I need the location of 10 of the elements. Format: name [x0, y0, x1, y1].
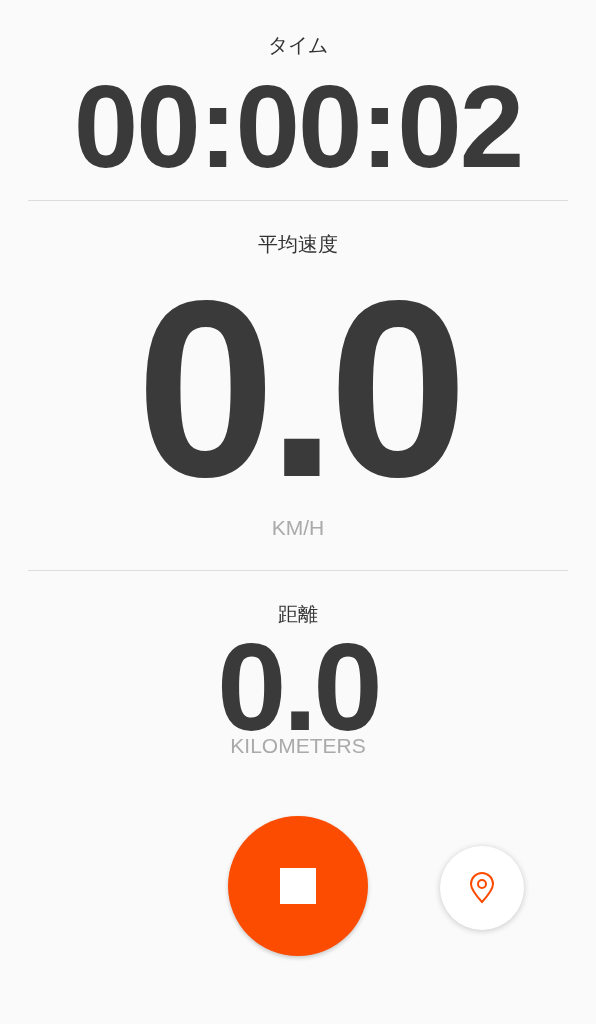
stat-label: タイム	[268, 33, 328, 57]
stop-icon	[280, 868, 316, 904]
stat-label: 平均速度	[258, 232, 338, 256]
stat-value: 0.0	[136, 270, 460, 510]
stat-value: 00:00:02	[73, 69, 523, 185]
stat-label: 距離	[278, 602, 318, 626]
location-button[interactable]	[440, 846, 524, 930]
stat-unit: KILOMETERS	[230, 734, 366, 758]
map-pin-icon	[469, 872, 495, 904]
stat-unit: KM/H	[271, 516, 325, 540]
